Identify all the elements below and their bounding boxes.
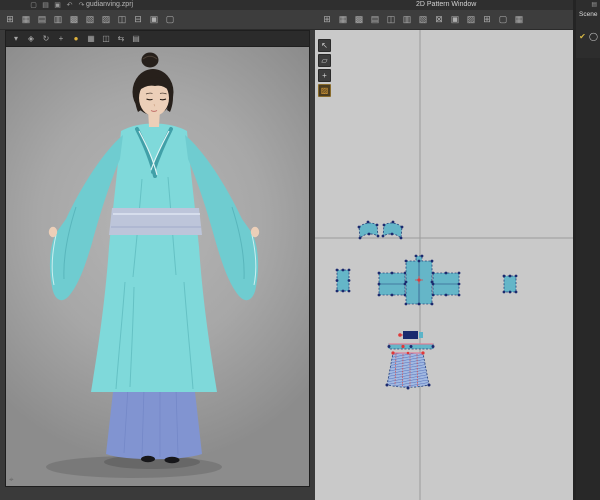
menu-icon-strip: ▢ ▤ ▣ ↶ ↷ [29,0,86,9]
show-mesh-icon[interactable]: ▤ [35,12,49,26]
show-avatar-icon[interactable]: ⊞ [3,12,17,26]
pattern-piece-side-panel-left[interactable] [335,268,351,293]
add-point-tool-icon[interactable]: + [318,69,331,82]
show-pins-icon[interactable]: ▨ [99,12,113,26]
undo-icon[interactable]: ↶ [65,0,74,9]
scene-panel: ▤ Scene ✔ ◯ [576,0,600,500]
open-file-icon[interactable]: ▤ [41,0,50,9]
layout-icon[interactable]: ▢ [496,12,510,26]
transform-pattern-tool-icon[interactable]: ↖ [318,39,331,52]
edit-sewing-tool-icon[interactable]: ▨ [318,84,331,97]
file-title: gudianving.zprj [86,1,134,8]
show-seams-icon[interactable]: ◫ [115,12,129,26]
pattern-piece-sleeve-left[interactable] [377,271,407,297]
pattern-piece-belt[interactable] [398,331,423,339]
pattern-piece-waistband[interactable] [387,343,435,350]
menu-dropdown-icon[interactable]: ▾ [10,33,22,45]
pattern-piece-side-panel-right[interactable] [502,274,518,294]
show-strain-icon[interactable]: ⊟ [131,12,145,26]
character-model[interactable] [48,52,260,464]
right-shoe [164,456,180,464]
display-mode-icon[interactable]: ▦ [85,33,97,45]
show-gizmo-icon[interactable]: ▢ [163,12,177,26]
pattern-piece-bodice[interactable] [404,254,434,306]
pattern-window-title: 2D Pattern Window [416,1,477,8]
wireframe-view-icon[interactable]: ▩ [67,12,81,26]
render-icon[interactable]: ▤ [130,33,142,45]
left-shoe [141,455,155,463]
notch-icon[interactable]: ▤ [368,12,382,26]
simulate-icon[interactable]: ● [70,33,82,45]
snap-icon[interactable]: ⇆ [115,33,127,45]
toolbar-2d-group: ⊞ ▦ ▩ ▤ ◫ ▥ ▧ ⊠ ▣ ▨ ⊞ ▢ ▦ [320,12,526,26]
viewport-3d-toolbar: ▾ ◈ ↻ + ● ▦ ◫ ⇆ ▤ [6,31,309,47]
waist-sash [109,208,202,235]
grid-snap-icon[interactable]: ▥ [400,12,414,26]
grainline-icon[interactable]: ▦ [336,12,350,26]
pattern-mesh-icon[interactable]: ▣ [448,12,462,26]
viewport-3d-canvas[interactable]: ⌖ [6,47,309,486]
scene-panel-body [576,58,600,500]
baseline-icon[interactable]: ◫ [384,12,398,26]
pattern-piece-skirt[interactable] [385,351,431,390]
pattern-outline-icon[interactable]: ⊞ [320,12,334,26]
texture-2d-icon[interactable]: ⊠ [432,12,446,26]
pattern-side-toolbar: ↖ ▱ + ▨ [318,39,331,97]
viewport-3d-window: ▾ ◈ ↻ + ● ▦ ◫ ⇆ ▤ ⌖ [5,30,310,487]
pattern-piece-collar-right[interactable] [381,220,404,240]
left-hand [48,226,58,238]
rotate-gizmo-icon[interactable]: ↻ [40,33,52,45]
pattern-piece-sleeve-right[interactable] [431,271,461,297]
visibility-check-icon[interactable]: ✔ [579,32,586,41]
avatar-circle-icon[interactable]: ◯ [589,32,598,41]
sync-icon[interactable]: ▦ [512,12,526,26]
panel-menu-icon[interactable]: ▤ [591,1,597,8]
scene-grid-icon[interactable]: ▧ [83,12,97,26]
new-file-icon[interactable]: ▢ [29,0,38,9]
edit-pattern-tool-icon[interactable]: ▱ [318,54,331,67]
pattern-2d-canvas[interactable] [315,30,573,500]
titlebar: ▢ ▤ ▣ ↶ ↷ gudianving.zprj 2D Pattern Window [0,0,600,10]
texture-view-icon[interactable]: ▥ [51,12,65,26]
seamline-icon[interactable]: ▩ [352,12,366,26]
annotation-icon[interactable]: ▨ [464,12,478,26]
redo-icon[interactable]: ↷ [77,0,86,9]
show-pressure-icon[interactable]: ▣ [147,12,161,26]
camera-view-icon[interactable]: ◫ [100,33,112,45]
scale-gizmo-icon[interactable]: + [55,33,67,45]
show-sewing-icon[interactable]: ▧ [416,12,430,26]
scene-item-row: ✔ ◯ [576,18,600,41]
ruler-icon[interactable]: ⊞ [480,12,494,26]
show-garment-icon[interactable]: ▦ [19,12,33,26]
pattern-2d-window: ↖ ▱ + ▨ [315,30,573,500]
app-window: { "titlebar": { "file_title": "gudianvin… [0,0,600,500]
pattern-piece-collar-left[interactable] [357,220,380,240]
hair-bun [141,52,159,68]
view-axis-icon[interactable]: ⌖ [9,475,14,485]
toolbar-3d-group: ⊞ ▦ ▤ ▥ ▩ ▧ ▨ ◫ ⊟ ▣ ▢ [3,12,177,26]
move-gizmo-icon[interactable]: ◈ [25,33,37,45]
character-render [46,52,260,478]
save-file-icon[interactable]: ▣ [53,0,62,9]
right-hand [250,226,260,238]
main-toolbar: ⊞▦▤▥▩▧▨◫⊟▣▢ ⊞▦▩▤◫▥▧⊠▣▨⊞▢▦ ▤ [0,10,600,30]
